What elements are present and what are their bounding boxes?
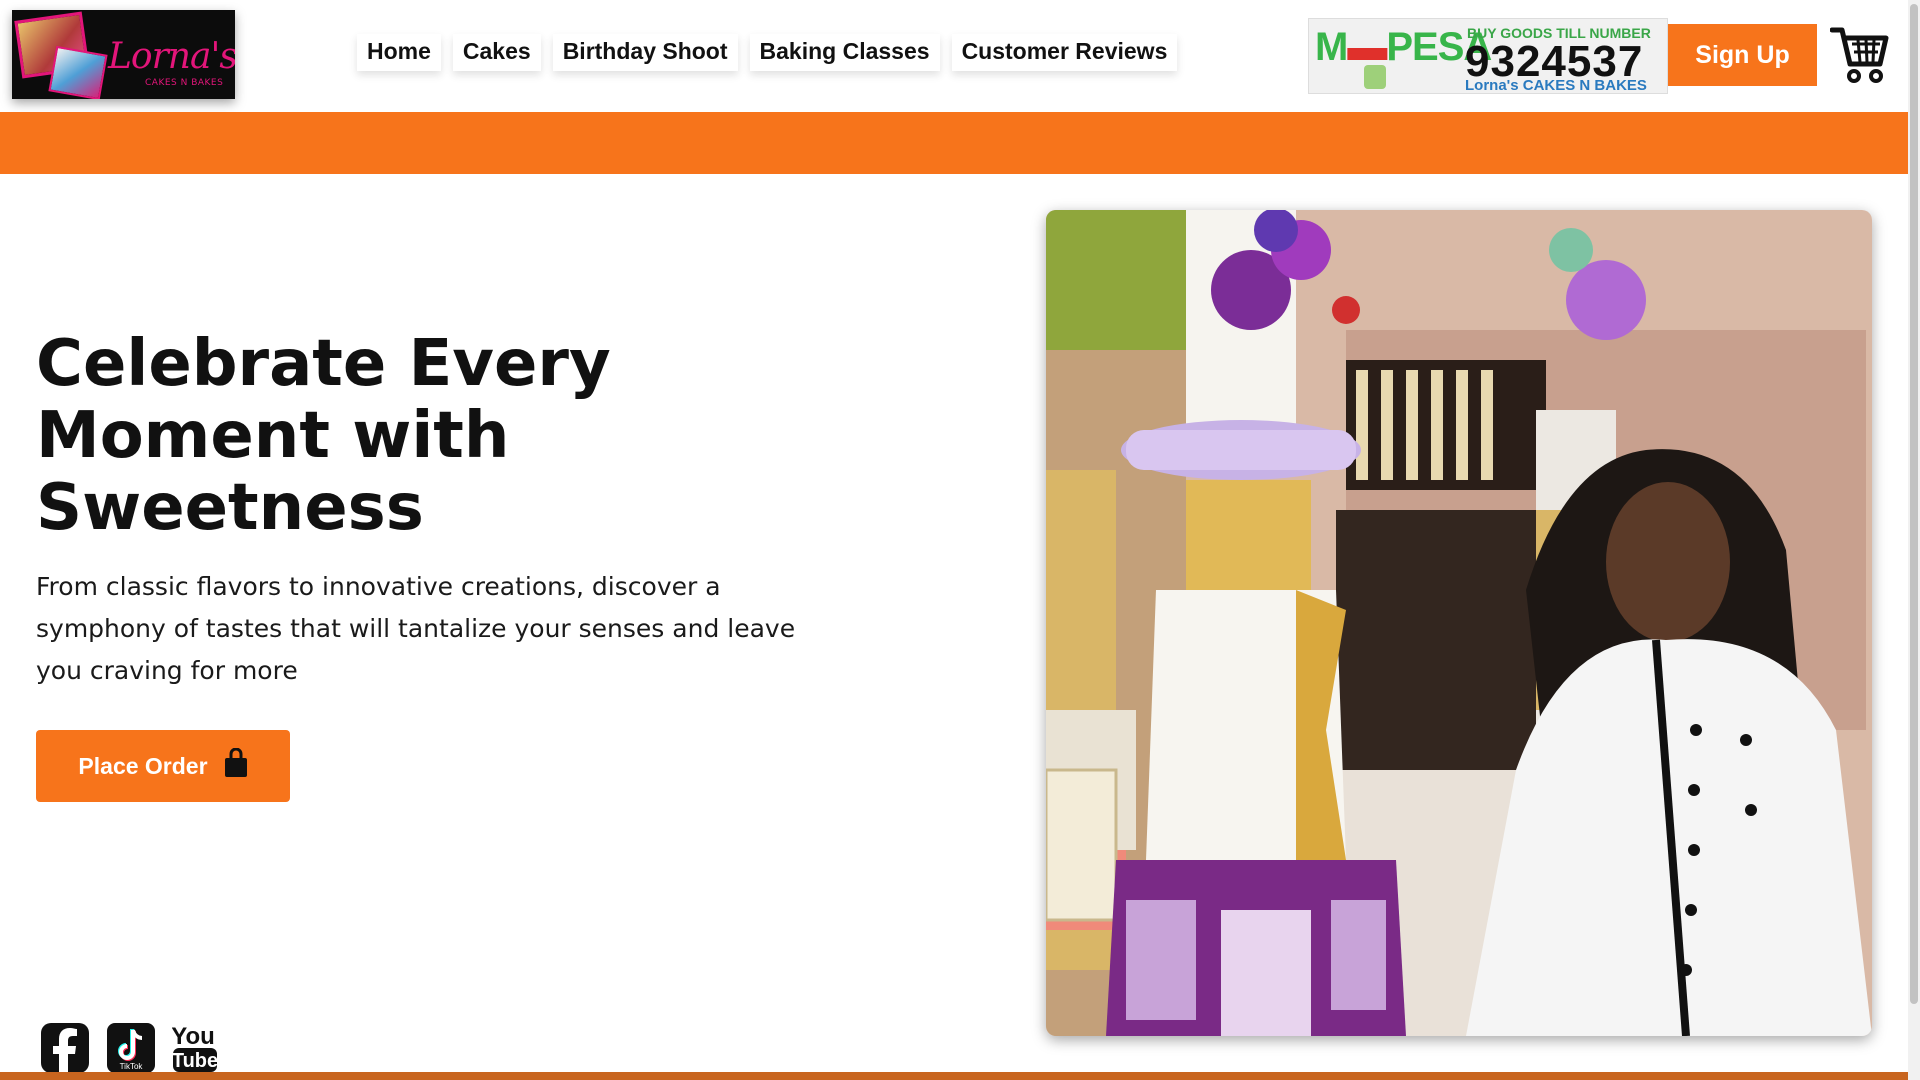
hero-title: Celebrate Every Moment with Sweetness	[36, 327, 611, 545]
footer-accent-band	[0, 1072, 1908, 1080]
youtube-label-bottom: Tube	[172, 1050, 218, 1072]
social-links: TikTok You Tube	[40, 1022, 218, 1078]
nav-cakes[interactable]: Cakes	[452, 34, 541, 71]
hero-description: From classic flavors to innovative creat…	[36, 572, 796, 685]
youtube-icon[interactable]: You Tube	[171, 1022, 218, 1078]
site-header: Lorna's CAKES N BAKES Home Cakes Birthda…	[0, 0, 1908, 112]
tiktok-label: TikTok	[120, 1062, 144, 1071]
nav-customer-reviews[interactable]: Customer Reviews	[951, 34, 1178, 71]
logo-cake-photo-small	[48, 45, 108, 99]
logo-brand-name: Lorna's	[108, 36, 235, 77]
site-logo[interactable]: Lorna's CAKES N BAKES	[12, 10, 235, 99]
header-accent-band	[0, 112, 1908, 174]
logo-tagline: CAKES N BAKES	[145, 78, 224, 88]
hero-section: Celebrate Every Moment with Sweetness Fr…	[0, 174, 1908, 1073]
signup-button[interactable]: Sign Up	[1668, 24, 1817, 86]
phone-icon: ▬	[1347, 25, 1387, 69]
nav-baking-classes[interactable]: Baking Classes	[749, 34, 940, 71]
shopping-bag-icon	[224, 747, 248, 784]
scrollbar-thumb[interactable]	[1910, 4, 1918, 1004]
nav-birthday-shoot[interactable]: Birthday Shoot	[552, 34, 738, 71]
page-scrollbar[interactable]	[1908, 0, 1920, 1080]
nav-home[interactable]: Home	[357, 34, 441, 71]
phone-graphic	[1364, 65, 1386, 89]
shopping-cart-icon[interactable]	[1829, 22, 1890, 86]
mpesa-logo-m: M	[1315, 25, 1348, 69]
tiktok-icon[interactable]: TikTok	[106, 1022, 156, 1078]
facebook-icon[interactable]	[40, 1022, 90, 1078]
main-nav: Home Cakes Birthday Shoot Baking Classes…	[357, 34, 1178, 71]
youtube-label-top: You	[172, 1023, 215, 1050]
place-order-button[interactable]: Place Order	[36, 730, 290, 802]
mpesa-business-name: Lorna's CAKES N BAKES	[1465, 77, 1647, 94]
hero-cake-photo	[1046, 210, 1872, 1036]
mpesa-till-banner: M▬PESA BUY GOODS TILL NUMBER 9324537 Lor…	[1308, 18, 1668, 94]
place-order-label: Place Order	[78, 752, 208, 779]
